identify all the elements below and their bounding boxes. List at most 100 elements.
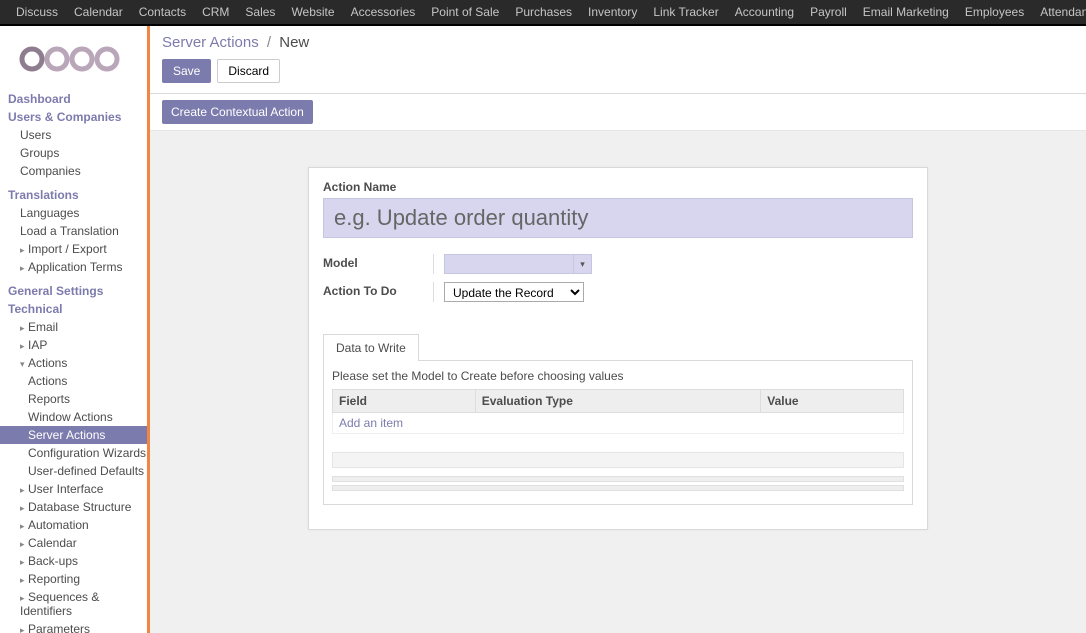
chevron-right-icon: ▸ (20, 323, 26, 334)
chevron-right-icon: ▸ (20, 503, 26, 514)
sidebar-dashboard[interactable]: Dashboard (8, 92, 147, 106)
sidebar-item-groups[interactable]: Groups (8, 144, 147, 162)
chevron-right-icon: ▸ (20, 485, 26, 496)
chevron-right-icon: ▸ (20, 263, 26, 274)
sidebar-item-label: Import / Export (28, 242, 107, 256)
chevron-right-icon: ▸ (20, 625, 26, 633)
sidebar-item-label: Database Structure (28, 500, 131, 514)
model-input[interactable] (444, 254, 574, 274)
top-menu-purchases[interactable]: Purchases (507, 0, 580, 24)
placeholder-bar (332, 452, 904, 468)
sidebar-item-label: IAP (28, 338, 47, 352)
odoo-logo (18, 44, 137, 74)
sidebar-item-companies[interactable]: Companies (8, 162, 147, 180)
breadcrumb-separator: / (267, 34, 271, 51)
sidebar-item-label: Application Terms (28, 260, 123, 274)
sidebar-item-label: Sequences & Identifiers (20, 590, 99, 618)
add-item-link[interactable]: Add an item (339, 416, 403, 430)
sidebar-item-load-translation[interactable]: Load a Translation (8, 222, 147, 240)
save-button[interactable]: Save (162, 59, 211, 83)
top-menu-attendances[interactable]: Attendances (1032, 0, 1086, 24)
model-label: Model (323, 254, 433, 270)
action-todo-select[interactable]: Update the Record (444, 282, 584, 302)
sidebar-item-label: Back-ups (28, 554, 78, 568)
breadcrumb: Server Actions / New (162, 34, 1074, 51)
chevron-right-icon: ▸ (20, 539, 26, 550)
top-menu-website[interactable]: Website (283, 0, 342, 24)
sidebar-item-actions[interactable]: Actions (8, 372, 147, 390)
col-value: Value (761, 390, 904, 413)
action-todo-label: Action To Do (323, 282, 433, 298)
sidebar-item-reports[interactable]: Reports (8, 390, 147, 408)
top-menu-contacts[interactable]: Contacts (131, 0, 194, 24)
top-menu-accessories[interactable]: Accessories (343, 0, 424, 24)
top-menu-inventory[interactable]: Inventory (580, 0, 645, 24)
fields-table: Field Evaluation Type Value Add an item (332, 389, 904, 434)
caret-down-icon: ▾ (580, 259, 585, 270)
discard-button[interactable]: Discard (217, 59, 280, 83)
model-dropdown-toggle[interactable]: ▾ (574, 254, 592, 274)
sidebar-item-label: Email (28, 320, 58, 334)
sidebar-item-user-interface[interactable]: ▸User Interface (8, 480, 147, 498)
sidebar-translations[interactable]: Translations (8, 188, 147, 202)
sidebar-item-label: User Interface (28, 482, 103, 496)
chevron-right-icon: ▸ (20, 341, 26, 352)
sidebar-item-label: Reporting (28, 572, 80, 586)
chevron-right-icon: ▸ (20, 245, 26, 256)
top-menu-sales[interactable]: Sales (237, 0, 283, 24)
top-menu-linktracker[interactable]: Link Tracker (645, 0, 726, 24)
col-field: Field (333, 390, 476, 413)
sidebar-item-label: Parameters (28, 622, 90, 633)
sidebar-item-window-actions[interactable]: Window Actions (8, 408, 147, 426)
top-menu-calendar[interactable]: Calendar (66, 0, 131, 24)
sidebar-item-db-structure[interactable]: ▸Database Structure (8, 498, 147, 516)
sidebar-item-email[interactable]: ▸Email (8, 318, 147, 336)
sidebar-item-label: Actions (28, 356, 67, 370)
sidebar-item-parameters[interactable]: ▸Parameters (8, 620, 147, 633)
tab-data-to-write[interactable]: Data to Write (323, 334, 419, 361)
create-contextual-action-button[interactable]: Create Contextual Action (162, 100, 313, 124)
statusbar: Create Contextual Action (150, 94, 1086, 131)
sidebar-item-import-export[interactable]: ▸Import / Export (8, 240, 147, 258)
col-eval-type: Evaluation Type (475, 390, 761, 413)
top-menu-discuss[interactable]: Discuss (8, 0, 66, 24)
sidebar-item-actions-group[interactable]: ▾Actions (8, 354, 147, 372)
chevron-right-icon: ▸ (20, 521, 26, 532)
top-menu-crm[interactable]: CRM (194, 0, 237, 24)
model-required-hint: Please set the Model to Create before ch… (332, 369, 904, 383)
sidebar-item-server-actions[interactable]: Server Actions (0, 426, 147, 444)
top-menu-items: Discuss Calendar Contacts CRM Sales Webs… (8, 0, 1086, 24)
sidebar-item-reporting[interactable]: ▸Reporting (8, 570, 147, 588)
sidebar-item-iap[interactable]: ▸IAP (8, 336, 147, 354)
chevron-right-icon: ▸ (20, 557, 26, 568)
sidebar-item-config-wizards[interactable]: Configuration Wizards (8, 444, 147, 462)
sidebar-item-languages[interactable]: Languages (8, 204, 147, 222)
sidebar-item-users[interactable]: Users (8, 126, 147, 144)
sidebar-users-companies[interactable]: Users & Companies (8, 110, 147, 124)
action-name-input[interactable] (323, 198, 913, 238)
main-content: Server Actions / New Save Discard Create… (150, 26, 1086, 633)
top-menu-accounting[interactable]: Accounting (727, 0, 802, 24)
sidebar-item-calendar[interactable]: ▸Calendar (8, 534, 147, 552)
breadcrumb-parent[interactable]: Server Actions (162, 34, 259, 51)
table-row-add: Add an item (333, 413, 904, 434)
chevron-right-icon: ▸ (20, 593, 26, 604)
sidebar-item-sequences[interactable]: ▸Sequences & Identifiers (8, 588, 147, 620)
sidebar-item-app-terms[interactable]: ▸Application Terms (8, 258, 147, 276)
top-menu-emailmarketing[interactable]: Email Marketing (855, 0, 957, 24)
breadcrumb-current: New (279, 34, 309, 51)
chevron-down-icon: ▾ (20, 359, 26, 370)
top-menu-employees[interactable]: Employees (957, 0, 1032, 24)
control-panel: Server Actions / New Save Discard (150, 26, 1086, 94)
placeholder-thinbar (332, 485, 904, 491)
sidebar-item-backups[interactable]: ▸Back-ups (8, 552, 147, 570)
top-menu-pos[interactable]: Point of Sale (423, 0, 507, 24)
top-menu-payroll[interactable]: Payroll (802, 0, 855, 24)
sidebar-item-label: Calendar (28, 536, 77, 550)
form-sheet: Action Name Model ▾ Action To Do (308, 167, 928, 530)
sidebar-item-automation[interactable]: ▸Automation (8, 516, 147, 534)
sidebar-item-user-defaults[interactable]: User-defined Defaults (8, 462, 147, 480)
sidebar-technical[interactable]: Technical (8, 302, 147, 316)
chevron-right-icon: ▸ (20, 575, 26, 586)
sidebar-general-settings[interactable]: General Settings (8, 284, 147, 298)
